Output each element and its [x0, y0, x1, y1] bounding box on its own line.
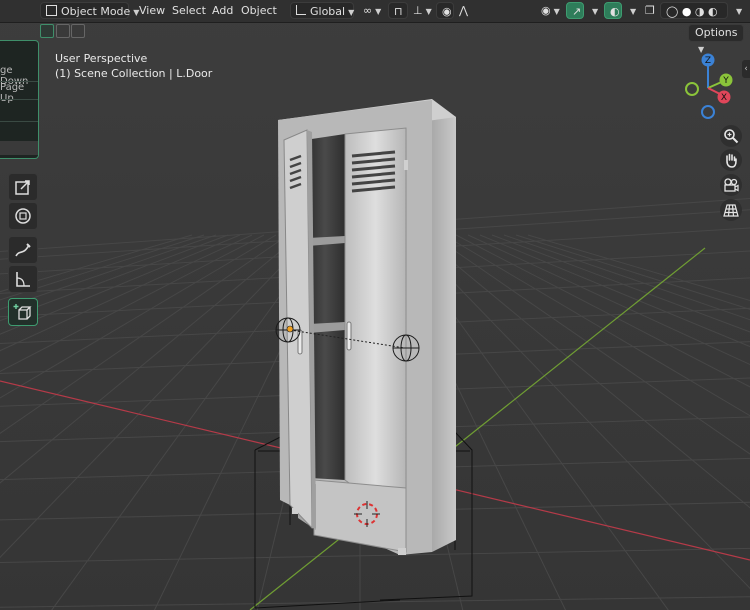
proportional-edit-icon: ◉ [442, 5, 452, 18]
pivot-icon: ∞ [363, 4, 373, 17]
menu-add[interactable]: Add [212, 4, 233, 18]
transform-tool[interactable] [8, 202, 38, 230]
orientation-icon [296, 5, 306, 15]
chevron-down-icon: ▼ [375, 7, 382, 16]
gizmo-icon: ↗ [572, 5, 582, 18]
chevron-down-icon: ▼ [630, 7, 637, 16]
gizmo-toggle[interactable]: ↗ [566, 2, 584, 19]
falloff-selector[interactable]: ⋀ [454, 2, 476, 19]
menu-object[interactable]: Object [241, 4, 277, 18]
camera-icon [724, 178, 739, 192]
gizmo-neg-y [685, 82, 699, 96]
measure-icon [16, 272, 30, 287]
xray-icon: ❐ [645, 4, 655, 17]
side-panel: ge Down Page Up [0, 40, 39, 159]
orientation-label: Global [310, 5, 346, 18]
shading-selector[interactable]: ◯ ● ◑ ◐ [660, 2, 728, 19]
select-subtract-mode[interactable] [71, 24, 85, 38]
chevron-down-icon: ▼ [348, 8, 355, 17]
menu-view[interactable]: View [139, 4, 165, 18]
zoom-icon [724, 129, 739, 144]
scale-icon [15, 180, 30, 195]
select-box-mode[interactable] [40, 24, 54, 38]
annotate-tool[interactable] [8, 236, 38, 264]
annotate-icon [15, 243, 31, 257]
gizmo-y-label: Y [722, 76, 729, 86]
object-mode-icon [46, 5, 57, 16]
visibility-selector[interactable]: ◉ ▼ [536, 2, 566, 19]
snap-toggle[interactable]: ⊓ [388, 2, 408, 19]
chevron-down-icon: ▼ [592, 7, 599, 16]
select-extend-mode[interactable] [56, 24, 70, 38]
falloff-icon: ⋀ [459, 4, 469, 17]
menu-select[interactable]: Select [172, 4, 206, 18]
add-cube-tool[interactable] [8, 298, 38, 326]
pan-button[interactable] [720, 149, 742, 171]
chevron-down-icon: ▼ [736, 7, 743, 16]
collection-info: (1) Scene Collection | L.Door [55, 67, 213, 80]
gizmo-z-label: Z [705, 56, 711, 66]
shading-solid-icon: ● [681, 5, 692, 18]
viewport-header: Object Mode ▼ View Select Add Object Glob… [0, 0, 750, 23]
shading-material-icon: ◑ [694, 5, 705, 18]
scale-tool[interactable] [8, 173, 38, 201]
gizmo-x-label: X [721, 93, 727, 103]
snap-target-selector[interactable]: ⊥ ▼ [408, 2, 434, 19]
panel-item-page-up[interactable]: Page Up [0, 82, 34, 104]
panel-bottom-bar [0, 141, 38, 155]
overlay-icon: ◐ [610, 5, 620, 18]
options-label: Options [695, 26, 738, 39]
measure-tool[interactable] [8, 265, 38, 293]
pivot-selector[interactable]: ∞ ▼ [358, 2, 386, 19]
shading-dropdown[interactable]: ▼ [728, 2, 744, 19]
gizmo-dropdown[interactable]: ▼ [584, 2, 598, 19]
transform-icon [15, 208, 31, 224]
mode-label: Object Mode [61, 5, 131, 18]
xray-toggle[interactable]: ❐ [640, 2, 658, 19]
gizmo-neg-z [701, 105, 715, 119]
object-origin [286, 325, 294, 333]
camera-view-button[interactable] [720, 174, 742, 196]
snap-target-icon: ⊥ [413, 4, 423, 17]
visibility-icon: ◉ [541, 4, 551, 17]
zoom-button[interactable] [720, 125, 742, 147]
chevron-down-icon: ▼ [425, 7, 432, 16]
proportional-edit-toggle[interactable]: ◉ [436, 2, 454, 19]
overlay-dropdown[interactable]: ▼ [622, 2, 636, 19]
orientation-selector[interactable]: Global ▼ [290, 2, 354, 19]
overlay-toggle[interactable]: ◐ [604, 2, 622, 19]
add-cube-icon [13, 304, 32, 320]
snap-icon: ⊓ [394, 5, 403, 18]
navigation-gizmo[interactable]: Z Y X [680, 50, 750, 125]
mode-selector[interactable]: Object Mode ▼ [40, 2, 139, 19]
view-name: User Perspective [55, 52, 148, 65]
shading-wire-icon: ◯ [666, 5, 679, 18]
hand-icon [726, 153, 737, 168]
options-dropdown[interactable]: Options▼ [688, 24, 744, 54]
perspective-toggle-button[interactable] [720, 199, 742, 221]
chevron-down-icon: ▼ [553, 7, 560, 16]
grid-icon [723, 204, 739, 217]
3d-viewport[interactable] [0, 0, 750, 610]
shading-rendered-icon: ◐ [708, 5, 718, 18]
